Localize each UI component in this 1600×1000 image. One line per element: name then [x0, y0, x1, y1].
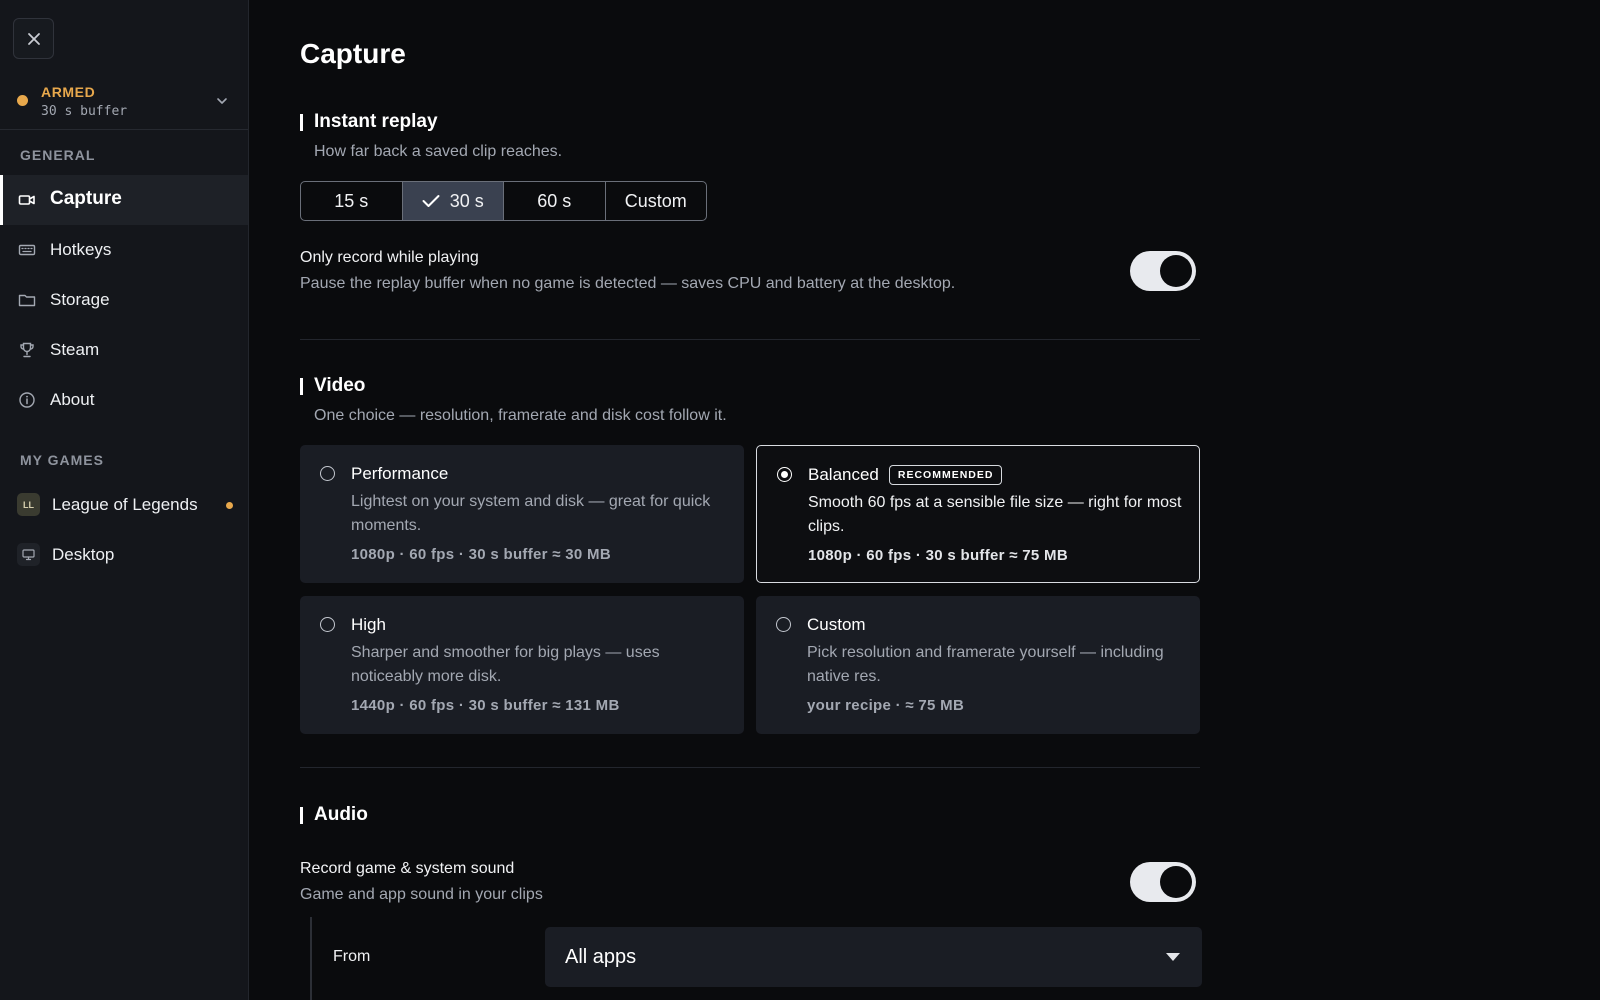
game-logo [17, 543, 40, 566]
checkmark-icon [422, 195, 440, 207]
game-logo: LL [17, 493, 40, 516]
close-button[interactable] [13, 18, 54, 59]
section-title: Video [314, 375, 366, 396]
section-accent-bar [300, 806, 303, 824]
radio-button [320, 466, 335, 481]
radio-button [776, 617, 791, 632]
select-value: All apps [565, 946, 637, 968]
preset-description: Sharper and smoother for big plays — use… [351, 644, 660, 685]
section-header-audio: Audio [300, 804, 368, 826]
audio-source-select[interactable]: All apps [545, 927, 1202, 987]
radio-button [777, 467, 792, 482]
game-item-label: League of Legends [52, 495, 198, 514]
sidebar-item-steam[interactable]: Steam [0, 325, 248, 375]
sidebar: ARMED 30 s buffer GENERAL Capture Hotkey… [0, 0, 249, 1000]
status-buffer: 30 s buffer [41, 104, 128, 119]
replay-option-15s[interactable]: 15 s [301, 182, 403, 220]
section-title: Instant replay [314, 111, 438, 132]
caret-down-icon [1166, 953, 1180, 961]
status-state: ARMED [41, 84, 96, 100]
preset-card-balanced[interactable]: Balanced RECOMMENDED Smooth 60 fps at a … [756, 445, 1200, 583]
trophy-icon [20, 342, 34, 358]
info-icon [19, 392, 35, 408]
preset-spec: 1080p · 60 fps · 30 s buffer ≈ 30 MB [351, 546, 611, 563]
section-description: How far back a saved clip reaches. [314, 143, 563, 160]
sidebar-item-label: Capture [50, 188, 122, 209]
preset-title: Custom [807, 615, 866, 634]
sidebar-item-hotkeys[interactable]: Hotkeys [0, 225, 248, 275]
sidebar-item-capture[interactable]: Capture [0, 175, 248, 225]
keyboard-icon [18, 244, 36, 256]
replay-option-60s[interactable]: 60 s [504, 182, 606, 220]
chevron-down-icon [217, 98, 227, 104]
section-label-general: GENERAL [20, 147, 96, 163]
section-title: Audio [314, 804, 368, 825]
game-item-label: Desktop [52, 545, 115, 564]
preset-description: Lightest on your system and disk — great… [351, 493, 711, 534]
preset-description: Smooth 60 fps at a sensible file size — … [808, 494, 1182, 535]
preset-card-performance[interactable]: Performance Lightest on your system and … [300, 445, 744, 583]
section-description: One choice — resolution, framerate and d… [314, 407, 727, 424]
replay-option-custom[interactable]: Custom [606, 182, 707, 220]
recommended-badge: RECOMMENDED [888, 465, 1003, 485]
section-accent-bar [300, 113, 303, 131]
preset-title: High [351, 615, 386, 634]
preset-spec: 1440p · 60 fps · 30 s buffer ≈ 131 MB [351, 697, 620, 714]
preset-spec: your recipe · ≈ 75 MB [807, 697, 965, 714]
replay-option-30s[interactable]: 30 s [402, 182, 504, 220]
replay-length-selector: 15 s 30 s 60 s Custom [300, 181, 707, 221]
only-record-description: Pause the replay buffer when no game is … [300, 275, 956, 292]
folder-icon [18, 294, 36, 307]
video-camera-icon [18, 195, 35, 205]
section-accent-bar [300, 377, 303, 395]
only-record-toggle[interactable] [1130, 251, 1196, 291]
section-header-instant-replay: Instant replay [300, 111, 438, 133]
record-sound-toggle[interactable] [1130, 862, 1196, 902]
preset-card-high[interactable]: High Sharper and smoother for big plays … [300, 596, 744, 734]
status-indicator-dot [17, 95, 28, 106]
audio-source-group: From All apps [310, 917, 1202, 1000]
section-header-video: Video [300, 375, 365, 397]
radio-selected-dot [780, 470, 788, 478]
section-divider [300, 339, 1200, 340]
close-icon [27, 32, 40, 45]
option-label: 30 s [449, 190, 484, 211]
preset-title: Balanced [808, 465, 879, 484]
record-sound-title: Record game & system sound [300, 860, 515, 877]
game-item-desktop[interactable]: Desktop [0, 530, 248, 580]
radio-button [320, 617, 335, 632]
option-label: Custom [624, 190, 687, 211]
toggle-knob [1160, 255, 1192, 287]
page-title: Capture [300, 38, 406, 69]
toggle-knob [1160, 866, 1192, 898]
game-active-indicator [226, 502, 233, 509]
main-content: Capture Instant replay How far back a sa… [250, 0, 1600, 1000]
monitor-icon [22, 549, 35, 561]
sidebar-item-label: About [50, 390, 95, 409]
record-sound-description: Game and app sound in your clips [300, 886, 543, 903]
section-divider [300, 767, 1200, 768]
preset-description: Pick resolution and framerate yourself —… [807, 644, 1164, 685]
preset-spec: 1080p · 60 fps · 30 s buffer ≈ 75 MB [808, 547, 1068, 564]
from-label: From [333, 948, 371, 965]
sidebar-item-label: Storage [50, 290, 110, 309]
option-label: 15 s [334, 190, 369, 211]
preset-title: Performance [351, 464, 449, 483]
sidebar-item-storage[interactable]: Storage [0, 275, 248, 325]
sidebar-item-about[interactable]: About [0, 375, 248, 425]
game-item-league-of-legends[interactable]: LL League of Legends [0, 480, 248, 530]
only-record-title: Only record while playing [300, 249, 479, 266]
sidebar-item-label: Steam [50, 340, 100, 359]
option-label: 60 s [537, 190, 572, 211]
section-label-my-games: MY GAMES [20, 452, 104, 468]
sidebar-item-label: Hotkeys [50, 240, 112, 259]
capture-status[interactable]: ARMED 30 s buffer [0, 78, 248, 130]
preset-card-custom[interactable]: Custom Pick resolution and framerate you… [756, 596, 1200, 734]
